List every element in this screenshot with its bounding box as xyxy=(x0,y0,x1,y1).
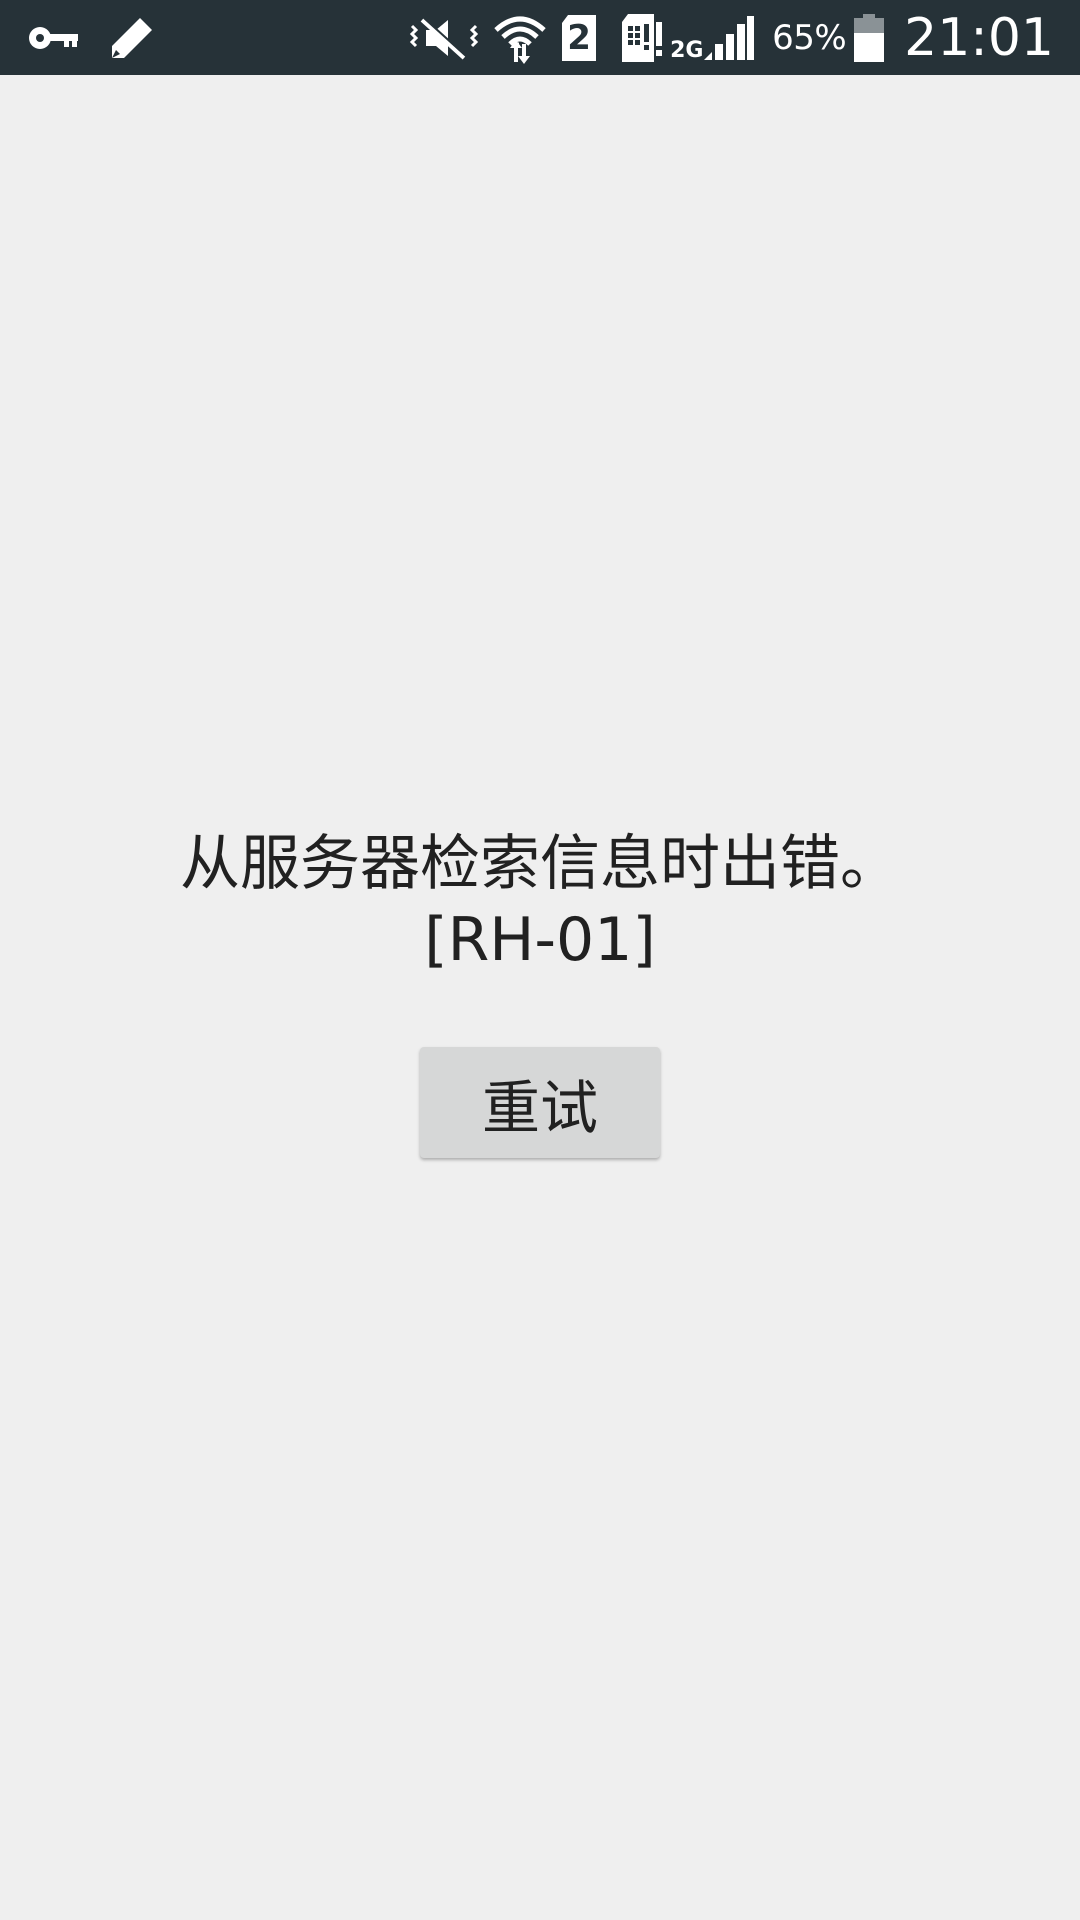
error-code: [RH-01] xyxy=(424,905,656,975)
sim-card-alert-icon xyxy=(622,13,663,62)
error-message-text: 从服务器检索信息时出错。 xyxy=(180,829,900,899)
vibrate-mute-icon xyxy=(409,16,479,59)
status-bar-right: 2 2G 65% 21:01 xyxy=(408,0,1054,75)
sim-slot-label: 2 xyxy=(567,17,591,58)
retry-button[interactable]: 重试 xyxy=(420,1047,660,1158)
error-screen: 从服务器检索信息时出错。 [RH-01] 重试 xyxy=(0,75,1080,1920)
clock: 21:01 xyxy=(904,7,1054,68)
error-message: 从服务器检索信息时出错。 [RH-01] xyxy=(0,826,1080,978)
battery-icon xyxy=(854,13,885,62)
status-bar-left xyxy=(28,0,154,75)
key-icon xyxy=(29,26,78,49)
wifi-icon xyxy=(494,16,546,64)
network-type-label: 2G xyxy=(670,37,704,63)
status-bar: 2 2G 65% 21:01 xyxy=(0,0,1080,75)
signal-2g-icon: 2G xyxy=(670,12,755,64)
sim-2-icon: 2 xyxy=(560,13,598,63)
pencil-icon xyxy=(112,17,152,58)
battery-percent: 65% xyxy=(772,17,847,58)
